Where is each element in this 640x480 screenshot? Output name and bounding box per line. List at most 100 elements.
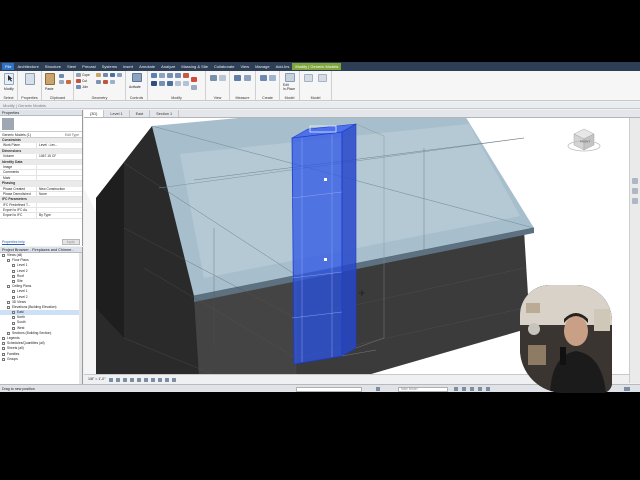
property-value[interactable] — [36, 202, 82, 208]
visual-style-icon[interactable] — [115, 377, 120, 382]
view-panel-label[interactable]: View — [206, 96, 229, 101]
properties-help-link[interactable]: Properties help — [2, 240, 62, 244]
expand-toggle-icon[interactable] — [2, 254, 5, 258]
property-value[interactable] — [36, 208, 82, 213]
wall-joins-icon[interactable] — [96, 73, 101, 77]
zoom-icon[interactable] — [632, 188, 638, 194]
ribbon-tab-structure[interactable]: Structure — [42, 63, 64, 70]
cut-clip-icon[interactable] — [59, 74, 64, 78]
select-underlay-icon[interactable] — [462, 387, 466, 391]
ribbon-tab-annotate[interactable]: Annotate — [136, 63, 158, 70]
ribbon-tab-steel[interactable]: Steel — [64, 63, 79, 70]
show-crop-icon[interactable] — [150, 377, 155, 382]
activate-icon[interactable] — [132, 73, 142, 82]
unjoin-icon[interactable] — [110, 80, 115, 84]
controls-panel-label[interactable]: Controls — [126, 96, 147, 101]
split-icon[interactable] — [183, 73, 189, 78]
ribbon-tab-systems[interactable]: Systems — [99, 63, 120, 70]
property-value[interactable] — [36, 170, 82, 175]
property-value[interactable]: Level : Lev... — [36, 143, 82, 148]
ribbon-tab-add-ins[interactable]: Add-Ins — [273, 63, 293, 70]
expand-toggle-icon[interactable] — [7, 305, 10, 309]
pan-icon[interactable] — [632, 198, 638, 204]
cope-icon[interactable] — [76, 73, 81, 77]
pin-icon[interactable] — [191, 85, 197, 90]
select-by-face-icon[interactable] — [478, 387, 482, 391]
view-tab[interactable]: East — [130, 110, 151, 117]
mirror-draw-icon[interactable] — [175, 73, 181, 78]
property-value[interactable] — [36, 164, 82, 170]
browser-scrollbar[interactable] — [79, 253, 82, 385]
view-tab[interactable]: Section 1 — [150, 110, 180, 117]
navigation-bar[interactable] — [629, 118, 640, 383]
ribbon-tab-modify-generic-models[interactable]: Modify | Generic Models — [292, 63, 342, 70]
ribbon-tab-analyze[interactable]: Analyze — [158, 63, 178, 70]
filter-icon[interactable] — [624, 387, 630, 391]
beam-join-icon[interactable] — [96, 80, 101, 84]
ribbon-tab-view[interactable]: View — [237, 63, 252, 70]
hide-in-view-icon[interactable] — [210, 75, 217, 81]
type-selector[interactable] — [0, 116, 82, 132]
measure-panel-label[interactable]: Measure — [230, 96, 255, 101]
ribbon-tab-file[interactable]: File — [2, 63, 15, 70]
editable-only-icon[interactable] — [376, 387, 380, 391]
restore-host-icon[interactable] — [304, 74, 313, 82]
ribbon-tab-manage[interactable]: Manage — [252, 63, 272, 70]
cut-geometry-icon[interactable] — [76, 79, 81, 83]
ribbon-tab-precast[interactable]: Precast — [79, 63, 99, 70]
view-host-icon[interactable] — [318, 74, 327, 82]
copy-icon[interactable] — [59, 80, 64, 84]
reveal-hidden-icon[interactable] — [171, 377, 176, 382]
property-value[interactable]: New Construction — [36, 186, 82, 191]
main-model-field[interactable]: Main Model — [398, 386, 448, 392]
render-icon[interactable] — [136, 377, 141, 382]
property-value[interactable]: By Type — [36, 213, 82, 218]
detail-level-icon[interactable] — [108, 377, 113, 382]
workset-field[interactable] — [296, 386, 362, 392]
join-icon[interactable] — [76, 85, 81, 89]
array-icon[interactable] — [183, 81, 189, 86]
view-tab[interactable]: Level 1 — [104, 110, 130, 117]
crop-view-icon[interactable] — [143, 377, 148, 382]
modify-button[interactable] — [4, 73, 14, 85]
select-panel-label[interactable]: Select — [0, 96, 17, 101]
expand-toggle-icon[interactable] — [2, 352, 5, 356]
model-panel-2-label[interactable]: Model — [300, 96, 331, 101]
move-icon[interactable] — [151, 81, 157, 86]
expand-toggle-icon[interactable] — [7, 259, 10, 263]
mirror-axis-icon[interactable] — [167, 73, 173, 78]
match-type-icon[interactable] — [66, 80, 71, 84]
model-panel-label[interactable]: Model — [280, 96, 299, 101]
expand-toggle-icon[interactable] — [2, 337, 5, 341]
align-icon[interactable] — [151, 73, 157, 78]
trim-icon[interactable] — [175, 81, 181, 86]
geometry-panel-label[interactable]: Geometry — [74, 96, 125, 101]
steering-wheel-icon[interactable] — [632, 178, 638, 184]
demolish-icon[interactable] — [117, 73, 122, 77]
paste-icon[interactable] — [45, 73, 55, 85]
browser-item[interactable]: Groups — [0, 357, 82, 362]
expand-toggle-icon[interactable] — [7, 285, 10, 289]
view-scale[interactable]: 1/8" = 1'-0" — [88, 375, 106, 383]
modify-panel-label[interactable]: Modify — [148, 96, 205, 101]
expand-toggle-icon[interactable] — [2, 357, 5, 361]
paint-icon[interactable] — [110, 73, 115, 77]
property-row[interactable]: Export to IFC By Type — [0, 213, 82, 219]
apply-button[interactable]: Apply — [61, 239, 80, 245]
rotate-icon[interactable] — [167, 81, 173, 86]
drag-on-selection-icon[interactable] — [486, 387, 490, 391]
expand-toggle-icon[interactable] — [2, 347, 5, 351]
override-graphics-icon[interactable] — [219, 75, 226, 81]
ribbon-tab-insert[interactable]: Insert — [120, 63, 136, 70]
offset-icon[interactable] — [159, 73, 165, 78]
edit-in-place-icon[interactable] — [285, 73, 295, 82]
split-face-icon[interactable] — [103, 73, 108, 77]
property-value[interactable]: 1067.15 CF — [36, 154, 82, 159]
property-value[interactable]: None — [36, 191, 82, 197]
create-group-icon[interactable] — [269, 75, 276, 81]
type-properties-icon[interactable] — [25, 73, 35, 85]
shadows-icon[interactable] — [129, 377, 134, 382]
expand-toggle-icon[interactable] — [7, 331, 10, 335]
view-tab[interactable]: {3D} — [84, 110, 105, 117]
copy-element-icon[interactable] — [159, 81, 165, 86]
